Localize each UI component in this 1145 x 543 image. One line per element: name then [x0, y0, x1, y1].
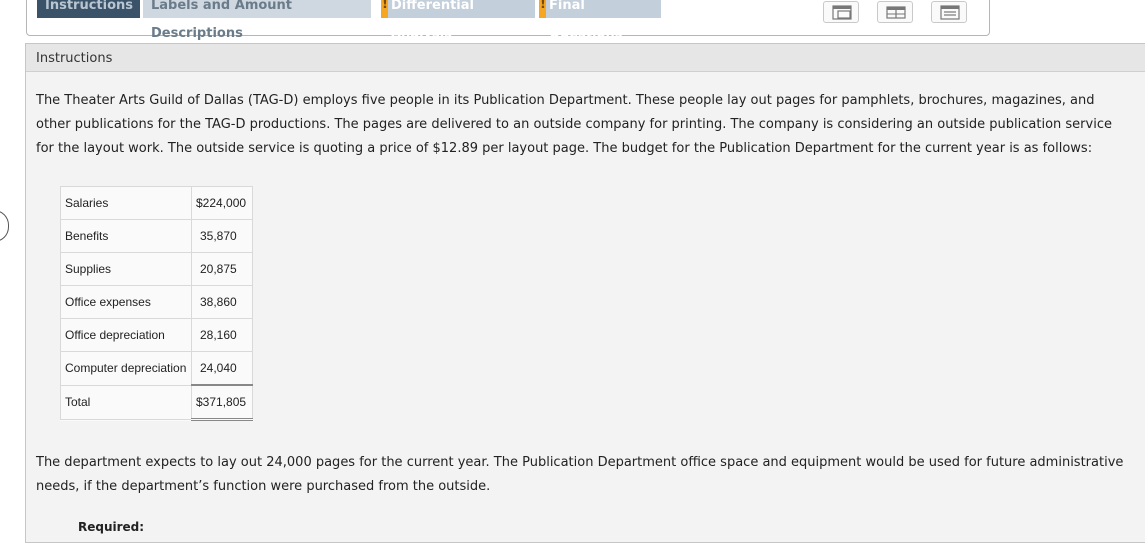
- list-view-button[interactable]: [931, 1, 967, 23]
- warning-icon: [381, 0, 388, 19]
- window-view-icon: [832, 5, 852, 20]
- budget-amount: 28,160: [191, 318, 253, 352]
- window-view-button[interactable]: [823, 1, 859, 23]
- table-row: Office expenses 38,860: [60, 285, 253, 319]
- table-row: Supplies 20,875: [60, 252, 253, 286]
- budget-table: Salaries $224,000 Benefits 35,870 Suppli…: [60, 186, 253, 421]
- panel-title: Instructions: [26, 44, 1145, 72]
- budget-amount: 35,870: [191, 219, 253, 253]
- instructions-intro: The Theater Arts Guild of Dallas (TAG-D)…: [36, 93, 1112, 156]
- list-view-icon: [940, 5, 960, 20]
- budget-amount: $224,000: [191, 186, 253, 220]
- budget-amount: 38,860: [191, 285, 253, 319]
- budget-label: Computer depreciation: [60, 351, 192, 386]
- total-amount: $371,805: [191, 384, 253, 421]
- budget-label: Supplies: [60, 252, 192, 286]
- required-heading: Required:: [78, 520, 145, 534]
- tab-bar: Instructions Labels and Amount Descripti…: [26, 0, 990, 41]
- budget-label: Salaries: [60, 186, 192, 220]
- tab-instructions[interactable]: Instructions: [37, 0, 140, 18]
- budget-label: Office expenses: [60, 285, 192, 319]
- table-row-total: Total $371,805: [60, 384, 253, 421]
- table-row: Office depreciation 28,160: [60, 318, 253, 352]
- budget-label: Benefits: [60, 219, 192, 253]
- tab-labels-descriptions[interactable]: Labels and Amount Descriptions: [143, 0, 371, 41]
- instructions-followup: The department expects to lay out 24,000…: [36, 455, 1124, 494]
- table-row: Computer depreciation 24,040: [60, 351, 253, 386]
- split-view-button[interactable]: [877, 1, 913, 23]
- tab-differential-analysis[interactable]: Differential Analysis: [381, 0, 535, 41]
- tab-labels-label: Labels and Amount Descriptions: [151, 0, 293, 41]
- budget-amount: 24,040: [191, 351, 253, 386]
- tab-differential-label: Differential Analysis: [391, 0, 474, 41]
- tab-final-label: Final Questions: [549, 0, 623, 41]
- side-handle[interactable]: [0, 210, 9, 242]
- budget-amount: 20,875: [191, 252, 253, 286]
- budget-label: Office depreciation: [60, 318, 192, 352]
- split-view-icon: [886, 6, 906, 19]
- warning-icon: [539, 0, 546, 19]
- table-row: Benefits 35,870: [60, 219, 253, 253]
- tab-instructions-label: Instructions: [45, 0, 134, 13]
- tab-final-questions[interactable]: Final Questions: [539, 0, 661, 41]
- total-label: Total: [60, 384, 192, 420]
- instructions-panel: Instructions The Theater Arts Guild of D…: [25, 43, 1145, 543]
- table-row: Salaries $224,000: [60, 186, 253, 220]
